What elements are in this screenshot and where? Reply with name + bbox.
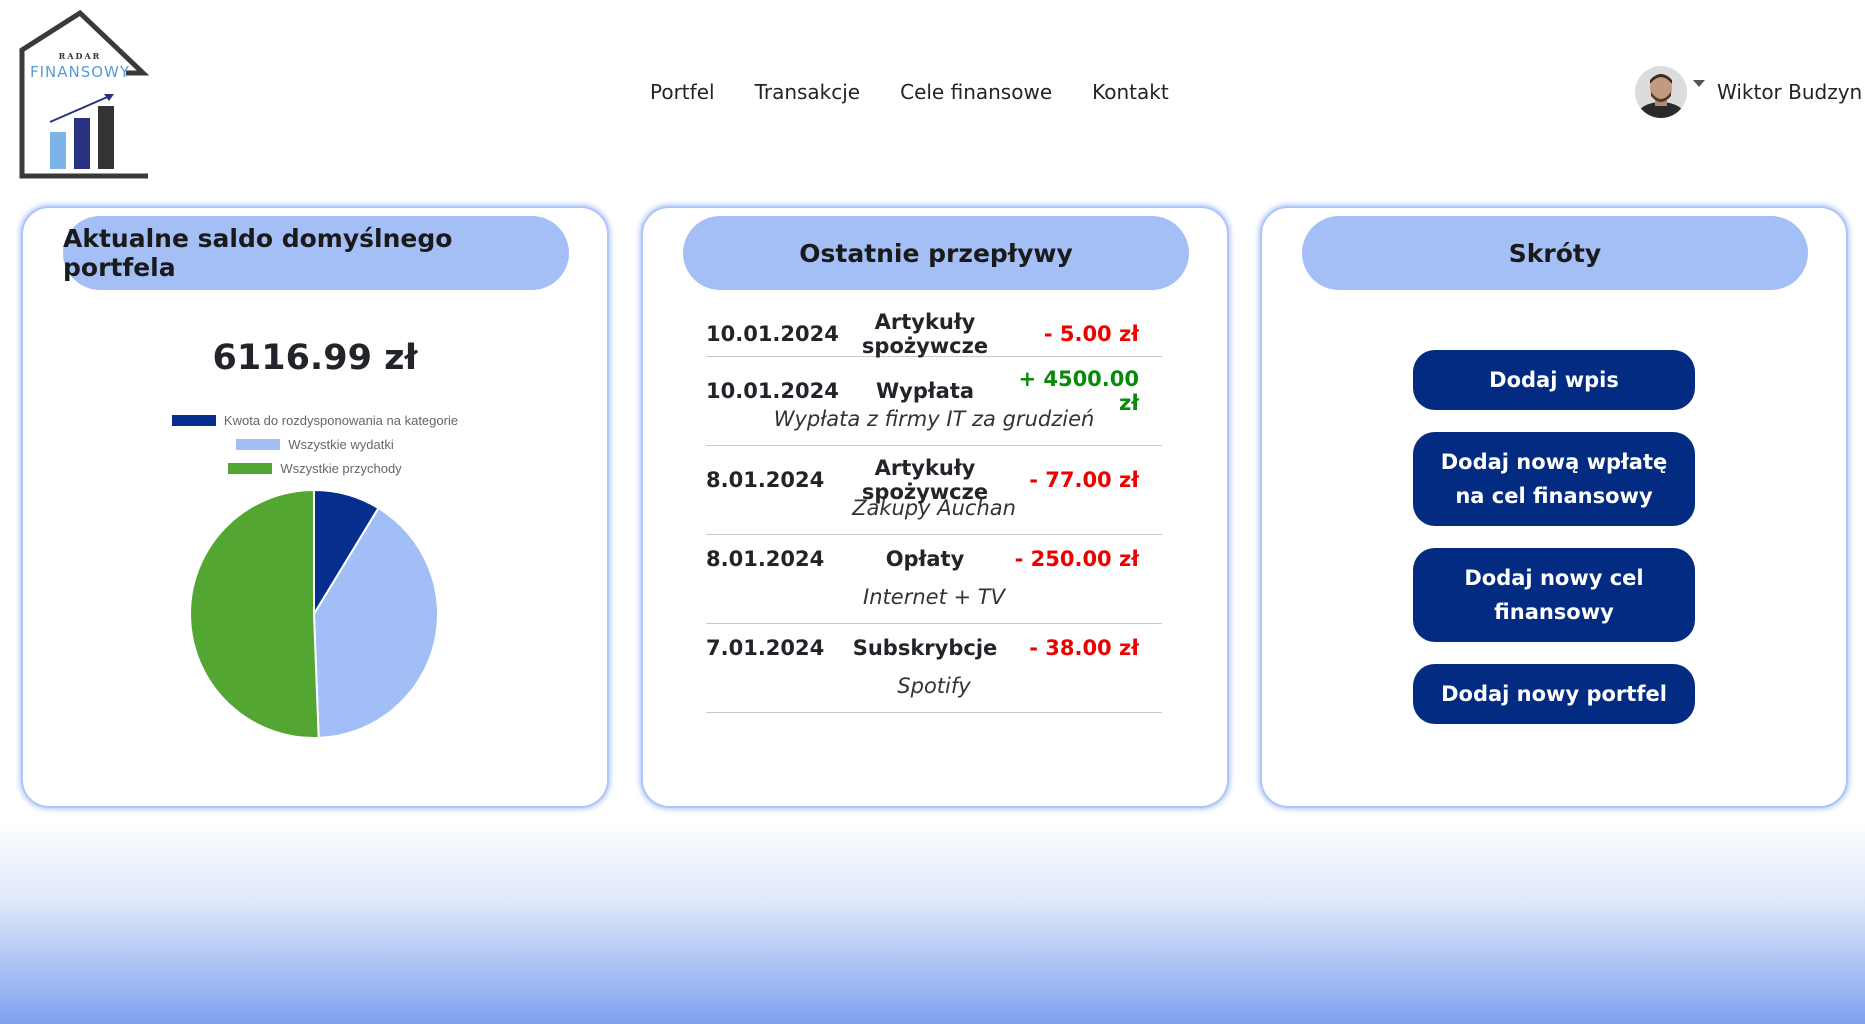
flow-category: Artykuły spożywcze	[861, 310, 989, 358]
user-photo-icon	[1635, 66, 1687, 118]
house-chart-logo-icon: RADAR FINANSOWY	[19, 9, 150, 179]
legend-item[interactable]: Wszystkie wydatki	[23, 432, 607, 456]
legend-swatch	[228, 462, 273, 474]
avatar[interactable]	[1635, 66, 1687, 118]
flow-main-row: 10.01.2024 Artykuły spożywcze - 5.00 zł	[706, 310, 1162, 358]
flow-item[interactable]: 10.01.2024 Artykuły spożywcze - 5.00 zł	[706, 300, 1162, 358]
flow-note: Spotify	[897, 674, 971, 698]
user-name: Wiktor Budzyn	[1717, 80, 1863, 104]
flow-item[interactable]: 8.01.2024 Opłaty - 250.00 zł Internet + TV	[706, 535, 1162, 624]
flow-item[interactable]: 10.01.2024 Wypłata + 4500.00 zł Wypłata z f…	[706, 357, 1162, 446]
flow-main-row: 8.01.2024 Artykuły spożywcze - 77.00 zł	[706, 456, 1162, 504]
flow-date: 10.01.2024	[706, 322, 839, 346]
chart-legend: Kwota do rozdysponowania na kategorie Ws…	[23, 408, 607, 480]
flow-date: 10.01.2024	[706, 379, 839, 403]
user-menu[interactable]: Wiktor Budzyn	[1635, 66, 1862, 118]
chevron-down-icon[interactable]	[1693, 79, 1705, 87]
logo-main-text: FINANSOWY	[30, 63, 130, 81]
recent-flows-title: Ostatnie przepływy	[683, 216, 1189, 290]
flow-note: Zakupy Auchan	[852, 496, 1016, 520]
flow-date: 8.01.2024	[706, 547, 825, 571]
balance-card-title: Aktualne saldo domyślnego portfela	[63, 216, 569, 290]
shortcuts-list: Dodaj wpis Dodaj nową wpłatę na cel fina…	[1413, 350, 1695, 724]
legend-swatch	[171, 414, 216, 426]
header: RADAR FINANSOWY Portfel Transakcje Cele …	[0, 0, 1865, 190]
main-nav: Portfel Transakcje Cele finansowe Kontak…	[650, 80, 1169, 104]
flows-list: 10.01.2024 Artykuły spożywcze - 5.00 zł 10.…	[706, 300, 1162, 713]
legend-label: Wszystkie przychody	[280, 460, 402, 476]
flow-amount: - 5.00 zł	[1043, 322, 1139, 346]
add-goal-deposit-button[interactable]: Dodaj nową wpłatę na cel finansowy	[1413, 432, 1695, 526]
flow-date: 8.01.2024	[706, 468, 825, 492]
nav-portfel[interactable]: Portfel	[650, 80, 715, 104]
radar-finansowy-logo[interactable]: RADAR FINANSOWY	[18, 9, 150, 180]
flow-amount: - 250.00 zł	[1014, 547, 1139, 571]
add-goal-button[interactable]: Dodaj nowy cel finansowy	[1413, 548, 1695, 642]
flow-category: Wypłata	[875, 379, 975, 403]
flow-amount: - 77.00 zł	[1029, 468, 1139, 492]
flow-date: 7.01.2024	[706, 636, 825, 660]
add-entry-button[interactable]: Dodaj wpis	[1413, 350, 1695, 410]
flow-note: Wypłata z firmy IT za grudzień	[773, 407, 1095, 431]
flow-category: Subskrybcje	[852, 636, 998, 660]
recent-flows-card: Ostatnie przepływy 10.01.2024 Artykuły sp…	[643, 208, 1227, 806]
nav-transakcje[interactable]: Transakcje	[755, 80, 861, 104]
flow-item[interactable]: 8.01.2024 Artykuły spożywcze - 77.00 zł Zak…	[706, 446, 1162, 535]
balance-amount: 6116.99 zł	[212, 338, 418, 378]
legend-item[interactable]: Wszystkie przychody	[23, 456, 607, 480]
flow-main-row: 8.01.2024 Opłaty - 250.00 zł	[706, 545, 1162, 573]
flow-main-row: 7.01.2024 Subskrybcje - 38.00 zł	[706, 634, 1162, 662]
legend-label: Kwota do rozdysponowania na kategorie	[223, 412, 459, 428]
legend-label: Wszystkie wydatki	[288, 436, 394, 452]
nav-cele-finansowe[interactable]: Cele finansowe	[900, 80, 1052, 104]
legend-item[interactable]: Kwota do rozdysponowania na kategorie	[23, 408, 607, 432]
shortcuts-card: Skróty Dodaj wpis Dodaj nową wpłatę na c…	[1262, 208, 1846, 806]
legend-swatch	[236, 438, 281, 450]
logo-top-text: RADAR	[59, 51, 102, 61]
nav-kontakt[interactable]: Kontakt	[1092, 80, 1169, 104]
flow-main-row: 10.01.2024 Wypłata + 4500.00 zł	[706, 367, 1162, 415]
flow-amount: - 38.00 zł	[1029, 636, 1139, 660]
pie-slice[interactable]	[189, 488, 320, 739]
flow-note: Internet + TV	[863, 585, 1005, 609]
shortcuts-title: Skróty	[1302, 216, 1808, 290]
balance-card: Aktualne saldo domyślnego portfela 6116.…	[23, 208, 607, 806]
flow-item[interactable]: 7.01.2024 Subskrybcje - 38.00 zł Spotify	[706, 624, 1162, 713]
balance-pie-chart[interactable]	[188, 488, 440, 740]
flow-category: Opłaty	[885, 547, 965, 571]
add-wallet-button[interactable]: Dodaj nowy portfel	[1413, 664, 1695, 724]
